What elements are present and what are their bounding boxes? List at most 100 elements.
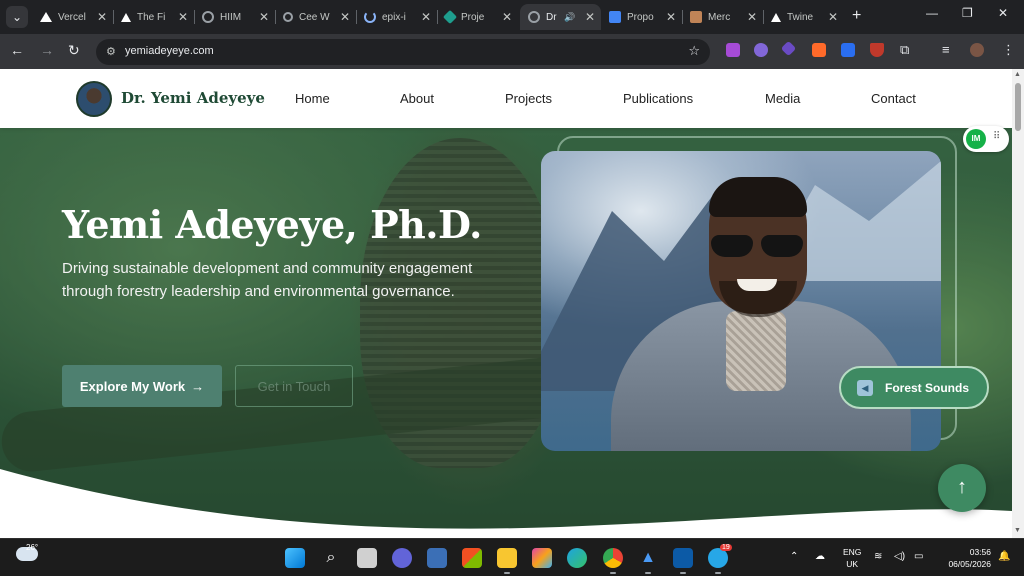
minimize-button[interactable]: —: [926, 6, 938, 20]
store-icon[interactable]: [462, 548, 482, 568]
forest-sounds-button[interactable]: ◀ Forest Sounds: [839, 366, 989, 409]
edge-icon[interactable]: [567, 548, 587, 568]
close-icon[interactable]: ✕: [502, 10, 512, 24]
close-icon[interactable]: ✕: [340, 10, 350, 24]
tab-title: Merc: [708, 11, 731, 23]
scroll-down-arrow-icon[interactable]: ▼: [1014, 527, 1021, 534]
site-logo-text[interactable]: Dr. Yemi Adeyeye: [121, 89, 265, 107]
telegram-unread-badge: 19: [720, 544, 732, 551]
powershell-icon[interactable]: [673, 548, 693, 574]
speaker-icon[interactable]: 🔊: [564, 12, 575, 23]
tab-the-fi[interactable]: The Fi ✕: [113, 4, 194, 30]
azure-data-studio-icon[interactable]: ▲: [638, 548, 658, 574]
tab-search-button[interactable]: ⌄: [6, 6, 28, 28]
explore-work-button[interactable]: Explore My Work →: [62, 365, 222, 407]
tab-title: Propo: [627, 11, 654, 23]
nav-home[interactable]: Home: [295, 91, 330, 106]
diamond-icon: [442, 9, 458, 25]
nav-about[interactable]: About: [400, 91, 434, 106]
tab-epix[interactable]: epix-i ✕: [356, 4, 437, 30]
close-icon[interactable]: ✕: [828, 10, 838, 24]
reload-button[interactable]: ↻: [68, 42, 80, 59]
copilot-icon[interactable]: [532, 548, 552, 568]
extension-icon[interactable]: [780, 40, 797, 57]
file-explorer-icon[interactable]: [497, 548, 517, 574]
close-icon[interactable]: ✕: [666, 10, 676, 24]
scroll-to-top-button[interactable]: ↑: [938, 464, 986, 512]
teams-icon[interactable]: [392, 548, 412, 568]
site-settings-icon[interactable]: ⚙: [106, 45, 120, 59]
tab-twine[interactable]: Twine ✕: [763, 4, 844, 30]
new-tab-button[interactable]: +: [852, 7, 861, 25]
tab-dr-active[interactable]: Dr 🔊 ✕: [520, 4, 601, 30]
close-icon[interactable]: ✕: [747, 10, 757, 24]
battery-icon[interactable]: ▭: [914, 551, 923, 562]
puzzle-icon[interactable]: ⧉: [900, 42, 909, 58]
tab-vercel[interactable]: Vercel ✕: [32, 4, 113, 30]
smile-shape: [737, 279, 777, 291]
tab-proposal[interactable]: Propo ✕: [601, 4, 682, 30]
language-code: ENG: [843, 547, 862, 557]
tab-cee-w[interactable]: Cee W ✕: [275, 4, 356, 30]
logo-avatar[interactable]: [76, 81, 112, 117]
forward-button[interactable]: →: [40, 42, 54, 58]
task-view-icon[interactable]: [357, 548, 377, 568]
wifi-icon[interactable]: ≋: [874, 551, 882, 562]
globe-icon: [528, 11, 540, 23]
chevron-up-icon[interactable]: ⌃: [790, 551, 798, 562]
media-control-icon[interactable]: ≡: [942, 42, 950, 57]
sunglasses-shape: [711, 235, 803, 259]
restore-button[interactable]: ❐: [962, 6, 973, 20]
tab-title: The Fi: [137, 11, 166, 23]
extension-icon[interactable]: [841, 43, 855, 57]
tab-title: Dr: [546, 11, 557, 23]
wave-divider: [0, 469, 1012, 538]
page-scrollbar[interactable]: ▲ ▼: [1012, 69, 1024, 538]
nav-media[interactable]: Media: [765, 91, 800, 106]
close-icon[interactable]: ✕: [178, 10, 188, 24]
system-clock[interactable]: 03:56 06/05/2026: [939, 546, 991, 570]
volume-icon[interactable]: ◁): [894, 551, 905, 562]
network-alert-icon[interactable]: ☁: [815, 551, 825, 562]
language-indicator[interactable]: ENG UK: [843, 546, 861, 570]
menu-icon[interactable]: ⋮: [1002, 42, 1015, 58]
nav-publications[interactable]: Publications: [623, 91, 693, 106]
close-icon[interactable]: ✕: [259, 10, 269, 24]
close-window-button[interactable]: ✕: [998, 6, 1008, 20]
extension-icon[interactable]: [726, 43, 740, 57]
floating-widget-badge[interactable]: IM ⠿: [963, 126, 1009, 152]
tab-hiim[interactable]: HIIM ✕: [194, 4, 275, 30]
back-button[interactable]: ←: [10, 42, 24, 58]
telegram-icon[interactable]: 19: [708, 544, 732, 574]
tab-projects[interactable]: Proje ✕: [437, 4, 518, 30]
notification-bell-icon[interactable]: 🔔: [998, 551, 1010, 562]
scroll-up-arrow-icon[interactable]: ▲: [1014, 71, 1021, 78]
sweater-shape: [726, 311, 786, 391]
drag-handle-icon[interactable]: ⠿: [993, 131, 1000, 142]
address-bar[interactable]: ⚙ yemiadeyeye.com ☆: [96, 39, 710, 65]
bookmark-star-icon[interactable]: ☆: [688, 43, 700, 59]
browser-toolbar: ← → ↻ ⚙ yemiadeyeye.com ☆ ⧉ ≡ ⋮: [0, 34, 1024, 69]
profile-avatar[interactable]: [970, 43, 984, 57]
scrollbar-thumb[interactable]: [1015, 83, 1021, 131]
tab-merc[interactable]: Merc ✕: [682, 4, 763, 30]
tab-title: HIIM: [220, 11, 242, 23]
chrome-icon[interactable]: [603, 548, 623, 574]
vercel-icon: [40, 12, 52, 22]
search-icon[interactable]: ⌕: [321, 548, 341, 568]
nav-contact[interactable]: Contact: [871, 91, 916, 106]
globe-icon: [202, 11, 214, 23]
im-logo-icon: IM: [966, 129, 986, 149]
calculator-icon[interactable]: [427, 548, 447, 568]
extension-icon[interactable]: [754, 43, 768, 57]
hero-subtitle: Driving sustainable development and comm…: [62, 260, 473, 300]
windows-start-icon[interactable]: [285, 548, 305, 568]
nav-projects[interactable]: Projects: [505, 91, 552, 106]
extension-icon[interactable]: [812, 43, 826, 57]
close-icon[interactable]: ✕: [421, 10, 431, 24]
close-icon[interactable]: ✕: [97, 10, 107, 24]
get-in-touch-button[interactable]: Get in Touch: [235, 365, 353, 407]
shield-icon[interactable]: [870, 43, 884, 57]
tab-title: Proje: [461, 11, 485, 23]
close-icon[interactable]: ✕: [585, 10, 595, 24]
